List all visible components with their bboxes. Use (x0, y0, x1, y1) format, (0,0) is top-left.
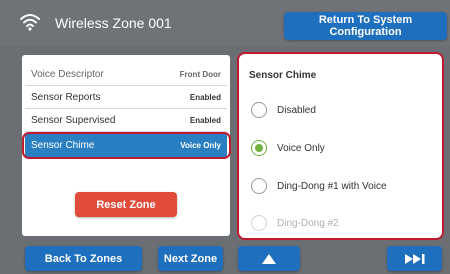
settings-row-value: Enabled (189, 92, 221, 102)
page-title: Wireless Zone 001 (55, 15, 172, 31)
option-voice-only[interactable]: Voice Only (251, 140, 325, 156)
option-label: Voice Only (277, 142, 325, 154)
fast-forward-icon (404, 253, 424, 264)
settings-row-sensor-supervised[interactable]: Sensor Supervised Enabled (25, 109, 227, 132)
settings-row-voice-descriptor[interactable]: Voice Descriptor Front Door (25, 63, 227, 86)
settings-row-label: Voice Descriptor (31, 68, 104, 80)
settings-row-label: Sensor Supervised (31, 114, 116, 126)
options-panel-title: Sensor Chime (249, 70, 317, 81)
settings-row-value: Front Door (179, 69, 221, 79)
radio-button[interactable] (251, 215, 267, 231)
wifi-icon (20, 13, 40, 31)
fast-forward-button[interactable] (387, 246, 442, 271)
settings-row-value: Enabled (189, 115, 221, 125)
header-bar: Wireless Zone 001 Return To System Confi… (0, 0, 450, 46)
option-disabled[interactable]: Disabled (251, 102, 316, 118)
settings-row-sensor-reports[interactable]: Sensor Reports Enabled (25, 86, 227, 109)
back-to-zones-button[interactable]: Back To Zones (25, 246, 142, 271)
option-ding-dong-2[interactable]: Ding-Dong #2 (251, 215, 339, 231)
settings-row-label: Sensor Reports (31, 91, 101, 103)
selected-row-highlight (22, 132, 231, 159)
radio-button[interactable] (251, 178, 267, 194)
return-to-system-configuration-button[interactable]: Return To System Configuration (284, 12, 447, 40)
radio-button-selected[interactable] (251, 140, 267, 156)
scroll-up-button[interactable] (238, 246, 300, 271)
option-label: Ding-Dong #1 with Voice (277, 180, 387, 192)
option-label: Ding-Dong #2 (277, 217, 339, 229)
option-label: Disabled (277, 104, 316, 116)
sensor-chime-options-panel: Sensor Chime Disabled Voice Only Ding-Do… (237, 52, 444, 240)
radio-button[interactable] (251, 102, 267, 118)
reset-zone-button[interactable]: Reset Zone (75, 192, 177, 217)
option-ding-dong-1-with-voice[interactable]: Ding-Dong #1 with Voice (251, 178, 387, 194)
triangle-up-icon (262, 253, 276, 264)
next-zone-button[interactable]: Next Zone (158, 246, 223, 271)
